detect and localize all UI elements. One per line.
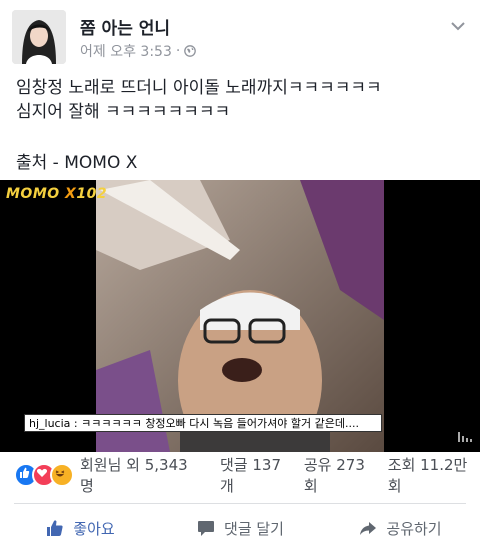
meta-separator: · xyxy=(175,43,181,59)
comment-count[interactable]: 댓글 137개 xyxy=(220,454,294,496)
reaction-stats: 회원님 외 5,343명 댓글 137개 공유 273회 조회 11.2만회 xyxy=(80,454,480,496)
comment-button[interactable]: 댓글 달기 xyxy=(160,504,320,552)
logo-x: X xyxy=(65,186,77,202)
video-frame xyxy=(0,180,480,452)
like-label: 좋아요 xyxy=(73,519,115,538)
share-arrow-icon xyxy=(360,522,377,535)
view-count: 조회 11.2만회 xyxy=(387,456,468,495)
video-player[interactable]: MOMO X102 xyxy=(0,180,480,452)
reaction-summary[interactable]: 회원님 외 5,343명 xyxy=(80,454,200,496)
post-header: 쫌 아는 언니 어제 오후 3:53 · xyxy=(0,0,480,64)
video-logo: MOMO X102 xyxy=(6,186,107,202)
reaction-bar[interactable]: 회원님 외 5,343명 댓글 137개 공유 273회 조회 11.2만회 xyxy=(14,456,480,495)
audio-bars-icon xyxy=(458,432,472,442)
post-meta: 어제 오후 3:53 · xyxy=(80,41,197,61)
logo-main: MOMO xyxy=(6,186,60,202)
share-count[interactable]: 공유 273회 xyxy=(304,454,378,496)
post-timestamp[interactable]: 어제 오후 3:53 xyxy=(80,41,172,61)
logo-num: 102 xyxy=(76,186,108,202)
action-bar: 좋아요 댓글 달기 공유하기 xyxy=(0,504,480,552)
post-text-line: 임창정 노래로 뜨더니 아이돌 노래까지ㅋㅋㅋㅋㅋㅋ xyxy=(16,78,382,98)
share-button[interactable]: 공유하기 xyxy=(320,504,480,552)
comment-icon xyxy=(198,521,215,536)
reaction-icons xyxy=(14,463,74,487)
like-button[interactable]: 좋아요 xyxy=(0,504,160,552)
thumbs-up-icon xyxy=(47,520,63,536)
post-source: 출처 - MOMO X xyxy=(16,153,138,173)
post-body: 임창정 노래로 뜨더니 아이돌 노래까지ㅋㅋㅋㅋㅋㅋ 심지어 잘해 ㅋㅋㅋㅋㅋㅋ… xyxy=(16,76,382,124)
haha-reaction-icon xyxy=(50,463,74,487)
page-avatar[interactable] xyxy=(12,10,66,64)
video-caption: hj_lucia : ㅋㅋㅋㅋㅋㅋ 창정오빠 다시 녹음 들어가셔야 할거 같은… xyxy=(24,414,382,432)
page-name[interactable]: 쫌 아는 언니 xyxy=(80,14,170,39)
post-text-line: 심지어 잘해 ㅋㅋㅋㅋㅋㅋㅋㅋ xyxy=(16,102,231,122)
comment-label: 댓글 달기 xyxy=(224,519,284,538)
globe-icon xyxy=(184,45,197,57)
chevron-down-icon[interactable] xyxy=(450,18,466,34)
share-label: 공유하기 xyxy=(386,519,442,538)
